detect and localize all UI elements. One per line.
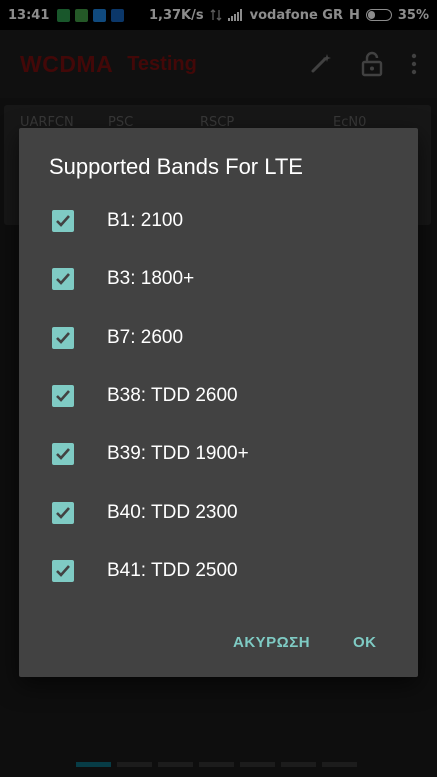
ok-button[interactable]: OK [353, 634, 377, 651]
band-label: B39: TDD 1900+ [107, 443, 249, 464]
band-item[interactable]: B38: TDD 2600 [19, 367, 418, 425]
band-label: B41: TDD 2500 [107, 560, 238, 581]
supported-bands-dialog: Supported Bands For LTE B1: 2100 B3: 180… [19, 128, 418, 677]
check-icon [56, 273, 70, 285]
band-label: B3: 1800+ [107, 268, 195, 289]
checkbox-checked[interactable] [52, 268, 74, 290]
check-icon [56, 215, 70, 227]
band-item[interactable]: B39: TDD 1900+ [19, 425, 418, 483]
checkbox-checked[interactable] [52, 327, 74, 349]
checkbox-checked[interactable] [52, 443, 74, 465]
band-label: B7: 2600 [107, 327, 184, 348]
checkbox-checked[interactable] [52, 385, 74, 407]
check-icon [56, 507, 70, 519]
band-label: B40: TDD 2300 [107, 502, 238, 523]
checkbox-checked[interactable] [52, 502, 74, 524]
check-icon [56, 390, 70, 402]
check-icon [56, 565, 70, 577]
dialog-title: Supported Bands For LTE [49, 154, 303, 179]
band-item[interactable]: B1: 2100 [19, 192, 418, 250]
band-item[interactable]: B40: TDD 2300 [19, 484, 418, 542]
checkbox-checked[interactable] [52, 210, 74, 232]
band-item[interactable]: B7: 2600 [19, 309, 418, 367]
band-item[interactable]: B3: 1800+ [19, 250, 418, 308]
check-icon [56, 332, 70, 344]
band-label: B1: 2100 [107, 210, 184, 231]
band-item[interactable]: B41: TDD 2500 [19, 542, 418, 600]
cancel-button[interactable]: ΑΚΥΡΩΣΗ [233, 634, 310, 651]
band-label: B38: TDD 2600 [107, 385, 238, 406]
check-icon [56, 448, 70, 460]
checkbox-checked[interactable] [52, 560, 74, 582]
